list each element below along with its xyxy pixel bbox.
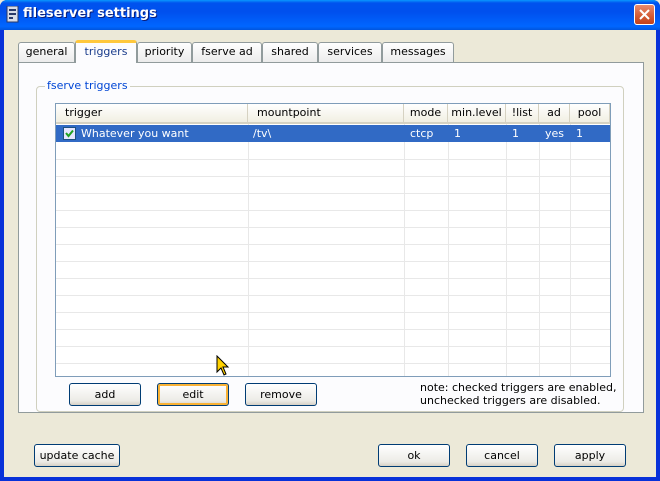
grid-line (248, 124, 249, 376)
grid-line (56, 363, 610, 364)
grid-line (56, 261, 610, 262)
apply-button[interactable]: apply (554, 444, 626, 467)
tab-label: triggers (84, 45, 128, 58)
check-icon (65, 129, 74, 138)
tab-label: priority (144, 45, 185, 58)
grid-line (506, 124, 507, 376)
fserve-triggers-group: fserve triggers trigger mountpoint mode … (36, 79, 624, 412)
tab-label: messages (390, 45, 446, 58)
tab-services[interactable]: services (318, 42, 382, 62)
column-header-trigger[interactable]: trigger (56, 104, 248, 122)
triggers-tab-panel: fserve triggers trigger mountpoint mode … (18, 62, 644, 413)
column-header-mode[interactable]: mode (404, 104, 448, 122)
column-header-min-level[interactable]: min.level (448, 104, 506, 122)
note-line: unchecked triggers are disabled. (420, 394, 601, 407)
close-button[interactable] (634, 4, 655, 25)
trigger-enabled-checkbox[interactable] (63, 127, 76, 140)
file-server-icon (6, 5, 20, 23)
tab-general[interactable]: general (18, 42, 75, 62)
grid-line (56, 176, 610, 177)
ok-button[interactable]: ok (378, 444, 450, 467)
group-label: fserve triggers (45, 79, 130, 92)
tab-label: fserve ad (201, 45, 253, 58)
grid-line (56, 346, 610, 347)
close-icon (639, 9, 650, 20)
note-line: note: checked triggers are enabled, (420, 381, 617, 394)
grid-line (56, 278, 610, 279)
grid-line (448, 124, 449, 376)
triggers-note: note: checked triggers are enabled, unch… (420, 381, 616, 407)
tab-priority[interactable]: priority (137, 42, 192, 62)
grid-line (570, 124, 571, 376)
grid-line (539, 124, 540, 376)
table-row[interactable]: Whatever you want /tv\ ctcp 1 1 yes 1 (56, 125, 610, 142)
mouse-pointer-icon (216, 354, 230, 380)
column-header-list[interactable]: !list (506, 104, 539, 122)
cell-min-level: 1 (454, 127, 461, 140)
cell-ad: yes (545, 127, 565, 140)
grid-line (56, 210, 610, 211)
edit-button[interactable]: edit (157, 383, 229, 406)
update-cache-button[interactable]: update cache (34, 444, 120, 467)
tab-label: general (25, 45, 68, 58)
grid-line (56, 227, 610, 228)
cell-trigger: Whatever you want (81, 127, 189, 140)
grid-line (56, 295, 610, 296)
title-bar[interactable]: fileserver settings (0, 0, 660, 30)
grid-line (404, 124, 405, 376)
cell-mountpoint: /tv\ (253, 127, 272, 140)
triggers-list[interactable]: trigger mountpoint mode min.level !list … (55, 103, 611, 377)
column-header-ad[interactable]: ad (539, 104, 570, 122)
tab-label: shared (271, 45, 309, 58)
tab-fserve-ad[interactable]: fserve ad (192, 42, 262, 62)
grid-line (56, 244, 610, 245)
remove-button[interactable]: remove (245, 383, 317, 406)
cell-pool: 1 (576, 127, 583, 140)
tab-label: services (327, 45, 373, 58)
grid-line (56, 159, 610, 160)
dialog-window: fileserver settings general triggers pri… (0, 0, 660, 481)
add-button[interactable]: add (69, 383, 141, 406)
cell-mode: ctcp (410, 127, 434, 140)
grid-line (56, 329, 610, 330)
tab-shared[interactable]: shared (262, 42, 318, 62)
column-header-pool[interactable]: pool (570, 104, 610, 122)
cell-list: 1 (512, 127, 519, 140)
grid-line (56, 193, 610, 194)
cancel-button[interactable]: cancel (466, 444, 538, 467)
dialog-client-area: general triggers priority fserve ad shar… (4, 30, 656, 477)
column-header-mountpoint[interactable]: mountpoint (248, 104, 404, 122)
window-title: fileserver settings (23, 6, 157, 21)
tab-messages[interactable]: messages (382, 42, 454, 62)
tab-triggers[interactable]: triggers (75, 40, 137, 63)
grid-line (56, 312, 610, 313)
list-header: trigger mountpoint mode min.level !list … (56, 104, 610, 124)
